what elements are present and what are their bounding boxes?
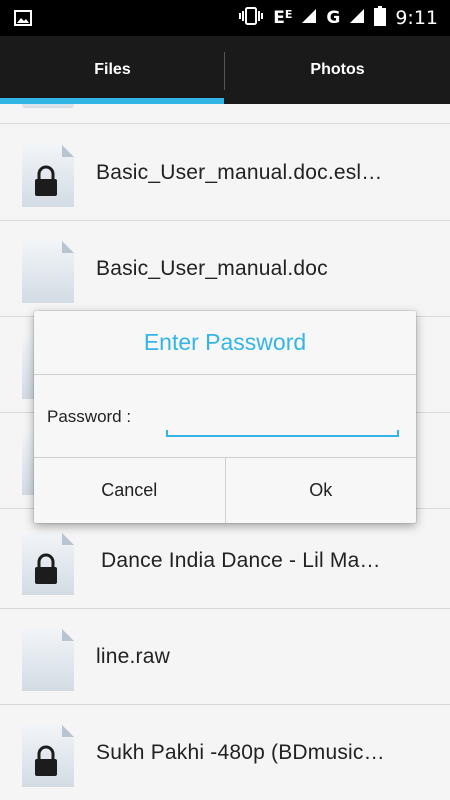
list-item[interactable] (0, 104, 450, 124)
battery-icon (374, 6, 387, 30)
password-dialog: Enter Password Password : Cancel Ok (34, 311, 416, 523)
signal-strength-icon (349, 8, 365, 28)
password-label: Password : (47, 407, 132, 426)
list-item[interactable]: line.raw (0, 609, 450, 705)
tab-bar: Files Photos (0, 36, 450, 104)
list-item[interactable]: Basic_User_manual.doc (0, 221, 450, 317)
locked-file-icon (22, 725, 74, 787)
password-input[interactable] (166, 401, 399, 437)
list-item[interactable]: Dance India Dance - Lil Ma… (0, 513, 450, 609)
dialog-title: Enter Password (143, 329, 307, 355)
document-icon (22, 629, 74, 691)
tab-divider (224, 52, 225, 90)
file-name: Basic_User_manual.doc (96, 257, 328, 280)
status-bar: EE G 9:11 (0, 0, 450, 36)
dialog-divider (34, 374, 416, 375)
dialog-button-row: Cancel Ok (34, 457, 416, 523)
file-name: Sukh Pakhi -480p (BDmusic… (96, 741, 385, 764)
list-item[interactable]: Basic_User_manual.doc.esl… (0, 125, 450, 221)
file-name: line.raw (96, 645, 170, 668)
network-type-label: G (326, 8, 341, 28)
document-icon (22, 241, 74, 303)
signal-icon (301, 8, 317, 28)
ok-button[interactable]: Ok (226, 457, 417, 523)
status-time: 9:11 (395, 7, 438, 29)
locked-file-icon (22, 533, 74, 595)
list-item[interactable]: Sukh Pakhi -480p (BDmusic… (0, 705, 450, 800)
file-name: Dance India Dance - Lil Ma… (101, 549, 381, 572)
status-indicators: EE G 9:11 (238, 0, 438, 36)
network-e-label: EE (273, 8, 293, 28)
file-name: Basic_User_manual.doc.esl… (96, 161, 383, 184)
tab-files[interactable]: Files (0, 36, 225, 104)
cancel-button[interactable]: Cancel (34, 457, 225, 523)
locked-file-icon (22, 145, 74, 207)
document-icon (22, 104, 74, 108)
tab-photos[interactable]: Photos (225, 36, 450, 104)
image-icon (14, 10, 32, 30)
password-input-underline (166, 430, 399, 437)
vibrate-icon (238, 7, 264, 29)
